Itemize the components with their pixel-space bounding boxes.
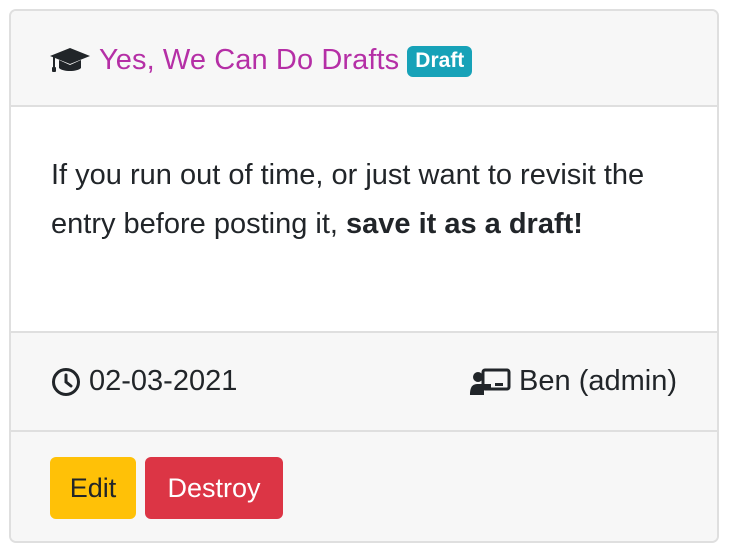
post-body-bold: save it as a draft! [346,208,583,240]
card-body: If you run out of time, or just want to … [11,107,717,333]
graduation-cap-icon [49,46,91,74]
edit-button[interactable]: Edit [50,457,136,519]
post-card: Yes, We Can Do Drafts Draft If you run o… [9,9,719,543]
card-header: Yes, We Can Do Drafts Draft [11,11,717,107]
card-footer: Edit Destroy [11,432,717,541]
post-date: 02-03-2021 [51,365,237,398]
chalkboard-teacher-icon [470,368,511,395]
post-title-link[interactable]: Yes, We Can Do Drafts [99,44,399,77]
draft-badge: Draft [407,45,473,77]
post-meta: 02-03-2021 Ben (admin) [11,333,717,432]
post-date-value: 02-03-2021 [89,365,238,397]
post-author-name: Ben (admin) [519,365,677,397]
post-body: If you run out of time, or just want to … [51,151,691,249]
destroy-button[interactable]: Destroy [145,457,283,519]
post-title-row: Yes, We Can Do Drafts Draft [49,42,473,78]
post-author: Ben (admin) [469,365,677,398]
clock-icon [52,367,80,396]
